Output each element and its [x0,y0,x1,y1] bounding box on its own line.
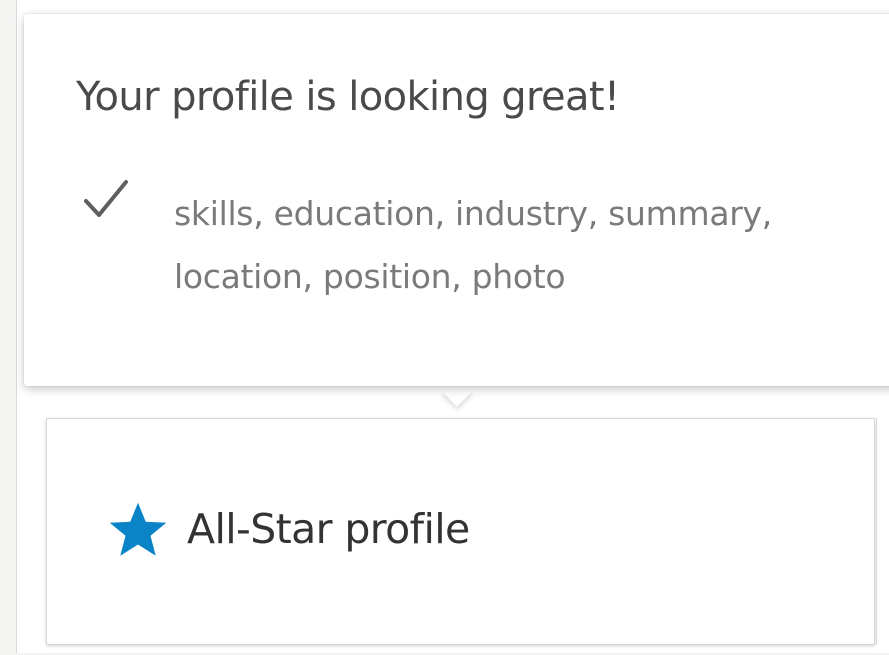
profile-strength-card[interactable]: All-Star profile [46,418,875,645]
popover-arrow-cover [436,360,480,386]
completed-sections-list: skills, education, industry, summary, lo… [174,194,772,296]
checkmark-icon [84,180,128,217]
profile-strength-label: All-Star profile [187,505,470,553]
card-divider [876,418,877,645]
profile-strength-popover: Your profile is looking great! skills, e… [24,14,889,386]
star-icon [109,502,167,556]
popover-title: Your profile is looking great! [76,74,620,120]
